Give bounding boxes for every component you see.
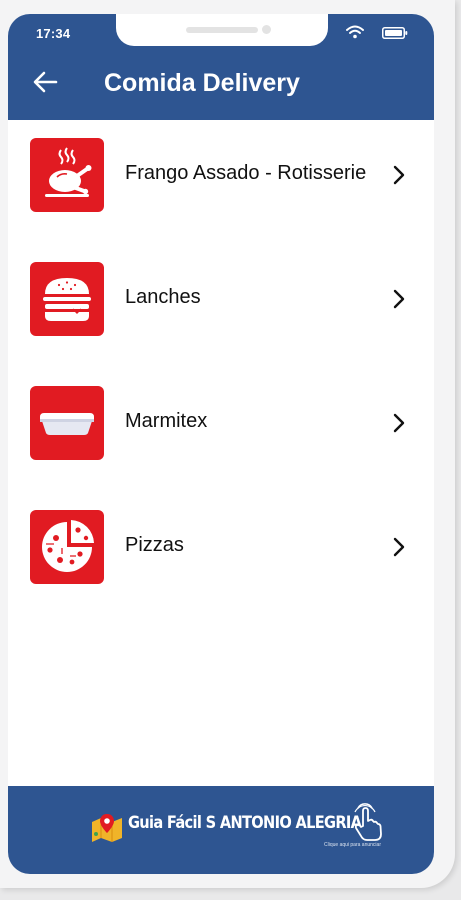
- chevron-right-icon: [393, 537, 405, 557]
- app-screen: 17:34 Comida Delivery Frango Assado - Ro…: [8, 14, 434, 874]
- battery-icon: [382, 27, 408, 39]
- category-label: Marmitex: [125, 410, 208, 432]
- app-header: 17:34 Comida Delivery: [8, 14, 434, 120]
- category-label: Pizzas: [125, 534, 184, 556]
- chevron-right-icon: [393, 289, 405, 309]
- map-pin-logo-icon: [92, 814, 122, 842]
- notch-camera: [262, 25, 271, 34]
- footer-brand: Guia Fácil S ANTONIO ALEGRIA: [128, 813, 362, 833]
- page-title: Comida Delivery: [104, 69, 300, 97]
- notch-speaker: [186, 27, 258, 33]
- device-frame: 17:34 Comida Delivery Frango Assado - Ro…: [0, 0, 461, 900]
- lunch-box-icon: [30, 386, 104, 460]
- footer-caption: Clique aqui para anunciar: [324, 842, 381, 848]
- pizza-icon: [30, 510, 104, 584]
- category-label: Frango Assado - Rotisserie: [125, 162, 367, 184]
- back-arrow-icon[interactable]: [32, 70, 58, 94]
- burger-icon: [30, 262, 104, 336]
- list-item-lanches[interactable]: Lanches: [8, 262, 434, 372]
- tap-hand-icon[interactable]: [350, 802, 384, 842]
- footer-banner[interactable]: Guia Fácil S ANTONIO ALEGRIA Clique aqui…: [8, 786, 434, 874]
- device-body: 17:34 Comida Delivery Frango Assado - Ro…: [0, 0, 455, 888]
- list-item-frango-assado[interactable]: Frango Assado - Rotisserie: [8, 138, 434, 248]
- roast-chicken-icon: [30, 138, 104, 212]
- category-label: Lanches: [125, 286, 201, 308]
- chevron-right-icon: [393, 165, 405, 185]
- list-item-marmitex[interactable]: Marmitex: [8, 386, 434, 496]
- list-item-pizzas[interactable]: Pizzas: [8, 510, 434, 620]
- wifi-icon: [346, 25, 364, 39]
- status-time: 17:34: [36, 26, 71, 41]
- chevron-right-icon: [393, 413, 405, 433]
